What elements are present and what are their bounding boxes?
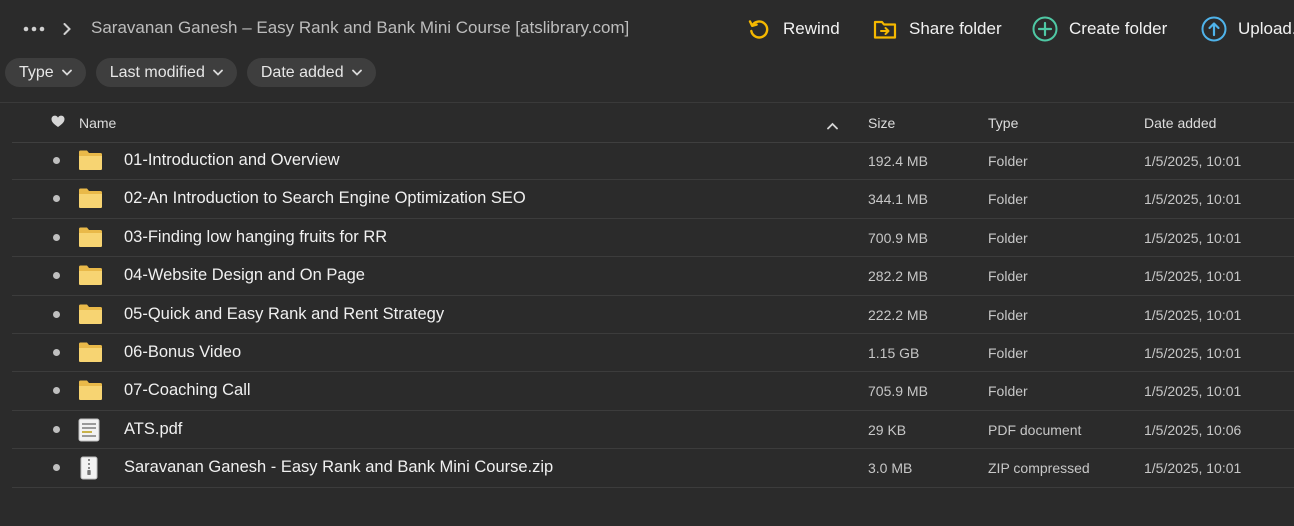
file-name[interactable]: 04-Website Design and On Page bbox=[124, 266, 365, 285]
file-date-added: 1/5/2025, 10:06 bbox=[1144, 421, 1242, 438]
file-date-added: 1/5/2025, 10:01 bbox=[1144, 306, 1242, 323]
file-date-added: 1/5/2025, 10:01 bbox=[1144, 383, 1242, 400]
upload-arrow-icon bbox=[1201, 16, 1227, 42]
status-dot bbox=[53, 387, 60, 395]
table-row[interactable]: 05-Quick and Easy Rank and Rent Strategy… bbox=[12, 296, 1294, 334]
file-size: 344.1 MB bbox=[868, 191, 928, 208]
file-type: Folder bbox=[988, 153, 1028, 169]
file-name[interactable]: ATS.pdf bbox=[124, 420, 182, 439]
sort-ascending-icon[interactable] bbox=[827, 117, 838, 133]
file-type: Folder bbox=[988, 383, 1028, 400]
folder-icon bbox=[78, 341, 103, 365]
upload-button[interactable]: Upload. bbox=[1201, 15, 1294, 43]
file-size: 3.0 MB bbox=[868, 460, 913, 477]
file-name[interactable]: 01-Introduction and Overview bbox=[124, 151, 340, 170]
status-dot bbox=[53, 195, 60, 203]
status-dot bbox=[53, 272, 60, 280]
status-dot bbox=[53, 310, 60, 318]
file-type: ZIP compressed bbox=[988, 460, 1090, 477]
zip-file-icon bbox=[78, 456, 103, 480]
favorite-heart-icon[interactable] bbox=[51, 115, 65, 131]
file-name[interactable]: 03-Finding low hanging fruits for RR bbox=[124, 228, 387, 247]
breadcrumb-current-folder[interactable]: Saravanan Ganesh – Easy Rank and Bank Mi… bbox=[91, 18, 629, 38]
table-row[interactable]: 01-Introduction and Overview 192.4 MB Fold… bbox=[12, 142, 1294, 181]
share-folder-icon bbox=[872, 16, 898, 42]
file-date-added: 1/5/2025, 10:01 bbox=[1144, 268, 1242, 285]
file-date-added: 1/5/2025, 10:01 bbox=[1144, 229, 1242, 246]
file-size: 705.9 MB bbox=[868, 383, 928, 400]
file-size: 222.2 MB bbox=[868, 306, 928, 323]
pdf-file-icon bbox=[78, 418, 103, 442]
file-type: Folder bbox=[988, 268, 1028, 285]
folder-icon bbox=[78, 264, 103, 288]
table-row[interactable]: ATS.pdf 29 KB PDF document 1/5/2025, 10:06 bbox=[12, 411, 1294, 450]
table-row[interactable]: 04-Website Design and On Page 282.2 MB Fol… bbox=[12, 257, 1294, 296]
status-dot bbox=[53, 464, 60, 472]
column-header-name[interactable]: Name bbox=[79, 115, 116, 131]
rewind-button[interactable]: Rewind bbox=[746, 15, 840, 43]
file-name[interactable]: 05-Quick and Easy Rank and Rent Strategy bbox=[124, 305, 444, 324]
file-name[interactable]: Saravanan Ganesh - Easy Rank and Bank Mi… bbox=[124, 458, 553, 477]
file-date-added: 1/5/2025, 10:01 bbox=[1144, 153, 1242, 169]
status-dot bbox=[53, 425, 60, 433]
file-name[interactable]: 06-Bonus Video bbox=[124, 343, 241, 362]
file-name[interactable]: 02-An Introduction to Search Engine Opti… bbox=[124, 189, 526, 208]
folder-icon bbox=[78, 149, 103, 173]
create-folder-label: Create folder bbox=[1069, 19, 1168, 38]
filter-bar: Type Last modified Date added bbox=[5, 58, 386, 88]
file-type: Folder bbox=[988, 306, 1028, 323]
chevron-right-icon bbox=[62, 21, 72, 37]
top-toolbar: Saravanan Ganesh – Easy Rank and Bank Mi… bbox=[0, 0, 1294, 58]
status-dot bbox=[53, 157, 60, 164]
more-options-icon[interactable] bbox=[22, 19, 46, 39]
chevron-down-icon bbox=[351, 68, 362, 78]
column-header-date-added[interactable]: Date added bbox=[1144, 115, 1216, 131]
chevron-down-icon bbox=[212, 68, 223, 78]
file-size: 282.2 MB bbox=[868, 268, 928, 285]
table-header: Name Size Type Date added bbox=[12, 103, 1294, 143]
file-type: Folder bbox=[988, 229, 1028, 246]
column-header-type[interactable]: Type bbox=[988, 115, 1018, 131]
table-row[interactable]: 06-Bonus Video 1.15 GB Folder 1/5/2025, 10:… bbox=[12, 334, 1294, 373]
file-date-added: 1/5/2025, 10:01 bbox=[1144, 191, 1242, 208]
folder-icon bbox=[78, 303, 103, 327]
folder-icon bbox=[78, 379, 103, 403]
plus-circle-icon bbox=[1032, 16, 1058, 42]
column-header-size[interactable]: Size bbox=[868, 115, 895, 131]
status-dot bbox=[53, 348, 60, 356]
rewind-label: Rewind bbox=[783, 19, 840, 38]
folder-icon bbox=[78, 226, 103, 250]
file-type: Folder bbox=[988, 344, 1028, 361]
filter-type-label: Type bbox=[19, 63, 54, 81]
file-size: 192.4 MB bbox=[868, 153, 928, 169]
file-size: 29 KB bbox=[868, 421, 907, 438]
file-type: PDF document bbox=[988, 421, 1082, 438]
file-size: 1.15 GB bbox=[868, 344, 920, 361]
file-list: 01-Introduction and Overview 192.4 MB Fold… bbox=[12, 142, 1294, 488]
status-dot bbox=[53, 233, 60, 241]
chevron-down-icon bbox=[61, 68, 72, 78]
share-folder-button[interactable]: Share folder bbox=[872, 15, 1002, 43]
filter-last-modified[interactable]: Last modified bbox=[95, 58, 237, 87]
file-date-added: 1/5/2025, 10:01 bbox=[1144, 344, 1242, 361]
filter-type[interactable]: Type bbox=[5, 58, 86, 87]
filter-date-added[interactable]: Date added bbox=[246, 58, 376, 87]
file-date-added: 1/5/2025, 10:01 bbox=[1144, 460, 1242, 477]
share-folder-label: Share folder bbox=[909, 19, 1002, 38]
create-folder-button[interactable]: Create folder bbox=[1032, 15, 1167, 43]
folder-icon bbox=[78, 187, 103, 211]
file-size: 700.9 MB bbox=[868, 229, 928, 246]
filter-date-added-label: Date added bbox=[260, 63, 344, 81]
table-row[interactable]: 07-Coaching Call 705.9 MB Folder 1/5/2025, … bbox=[12, 372, 1294, 411]
filter-last-modified-label: Last modified bbox=[109, 63, 205, 81]
table-row[interactable]: Saravanan Ganesh - Easy Rank and Bank Mi… bbox=[12, 449, 1294, 488]
table-row[interactable]: 02-An Introduction to Search Engine Opti… bbox=[12, 180, 1294, 219]
file-type: Folder bbox=[988, 191, 1028, 208]
rewind-icon bbox=[746, 16, 772, 42]
table-row[interactable]: 03-Finding low hanging fruits for RR 700.… bbox=[12, 219, 1294, 258]
upload-label: Upload. bbox=[1238, 19, 1294, 38]
file-name[interactable]: 07-Coaching Call bbox=[124, 381, 251, 400]
